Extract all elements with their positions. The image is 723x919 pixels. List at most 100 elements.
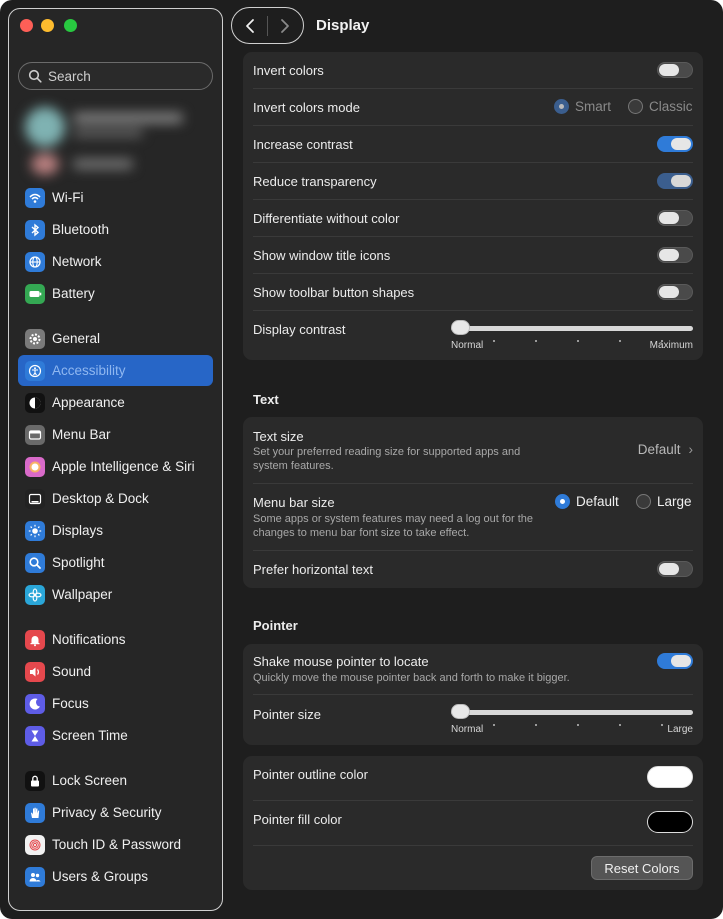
sidebar: Search Wi-Fi Bluetooth Network Battery Gener… (8, 8, 223, 911)
slider-thumb[interactable] (451, 320, 470, 335)
accessibility-icon (25, 360, 45, 381)
display-group: Invert colors Invert colors mode Smart C… (243, 52, 703, 360)
default-option-label: Default (576, 494, 619, 509)
sidebar-item-label: Battery (52, 286, 95, 301)
navigation-buttons (231, 7, 304, 44)
sidebar-item-spotlight[interactable]: Spotlight (18, 547, 213, 578)
sidebar-item-label: Appearance (52, 395, 125, 410)
sidebar-item-screen-time[interactable]: Screen Time (18, 720, 213, 751)
shake-pointer-description: Quickly move the mouse pointer back and … (253, 672, 570, 684)
sidebar-item-displays[interactable]: Displays (18, 515, 213, 546)
text-size-value[interactable]: Default › (638, 442, 693, 457)
invert-mode-classic-radio[interactable]: Classic (628, 99, 693, 114)
sidebar-item-wi-fi[interactable]: Wi-Fi (18, 182, 213, 213)
shake-pointer-label: Shake mouse pointer to locate (253, 654, 429, 669)
search-field[interactable]: Search (18, 62, 213, 90)
sidebar-item-label: Network (52, 254, 102, 269)
text-size-row[interactable]: Text size Set your preferred reading siz… (253, 417, 693, 484)
users-icon (25, 866, 45, 887)
sidebar-item-desktop-dock[interactable]: Desktop & Dock (18, 483, 213, 514)
horizontal-text-row: Prefer horizontal text (253, 551, 693, 588)
sidebar-item-focus[interactable]: Focus (18, 688, 213, 719)
hand-icon (25, 802, 45, 823)
display-contrast-row: Display contrast Normal Maximum (253, 311, 693, 360)
sidebar-item-bluetooth[interactable]: Bluetooth (18, 214, 213, 245)
pointer-size-label: Pointer size (253, 707, 321, 722)
siri-icon (25, 456, 45, 477)
shake-pointer-row: Shake mouse pointer to locate Quickly mo… (253, 644, 693, 695)
sidebar-item-sound[interactable]: Sound (18, 656, 213, 687)
horizontal-text-label: Prefer horizontal text (253, 562, 373, 577)
forward-button[interactable] (268, 8, 303, 43)
zoom-window-button[interactable] (64, 19, 77, 32)
sidebar-item-label: Wi-Fi (52, 190, 84, 205)
back-button[interactable] (232, 8, 267, 43)
sidebar-item-menu-bar[interactable]: Menu Bar (18, 419, 213, 450)
toolbar-shapes-toggle[interactable] (657, 284, 693, 300)
sidebar-item-touch-id-password[interactable]: Touch ID & Password (18, 829, 213, 860)
differentiate-label: Differentiate without color (253, 211, 400, 226)
close-window-button[interactable] (20, 19, 33, 32)
sidebar-item-label: Privacy & Security (52, 805, 162, 820)
text-group: Text size Set your preferred reading siz… (243, 417, 703, 588)
pointer-size-max-label: Large (667, 724, 693, 735)
pointer-size-slider[interactable] (451, 703, 693, 726)
settings-window: Search Wi-Fi Bluetooth Network Battery Gener… (0, 0, 723, 919)
sidebar-item-label: Apple Intelligence & Siri (52, 459, 195, 474)
sidebar-item-accessibility[interactable]: Accessibility (18, 355, 213, 386)
invert-colors-label: Invert colors (253, 63, 324, 78)
sidebar-item-network[interactable]: Network (18, 246, 213, 277)
sidebar-item-users-groups[interactable]: Users & Groups (18, 861, 213, 892)
pointer-fill-color-well[interactable] (647, 811, 693, 833)
gear-icon (25, 328, 45, 349)
sidebar-item-apple-intelligence-siri[interactable]: Apple Intelligence & Siri (18, 451, 213, 482)
invert-mode-smart-radio[interactable]: Smart (554, 99, 611, 114)
sidebar-item-notifications[interactable]: Notifications (18, 624, 213, 655)
title-icons-row: Show window title icons (253, 237, 693, 274)
search-icon (28, 69, 42, 83)
sidebar-item-label: Wallpaper (52, 587, 113, 602)
page-title: Display (316, 17, 370, 34)
sidebar-item-general[interactable]: General (18, 323, 213, 354)
sidebar-item-label: General (52, 331, 101, 346)
menu-bar-default-radio[interactable]: Default (555, 494, 619, 509)
apple-account-blurred[interactable] (13, 101, 217, 185)
invert-colors-toggle[interactable] (657, 62, 693, 78)
menu-bar-size-row: Menu bar size Some apps or system featur… (253, 484, 693, 551)
speaker-icon (25, 661, 45, 682)
dock-icon (25, 488, 45, 509)
horizontal-text-toggle[interactable] (657, 561, 693, 577)
differentiate-toggle[interactable] (657, 210, 693, 226)
sidebar-item-label: Bluetooth (52, 222, 110, 237)
chevron-right-icon (281, 18, 290, 33)
menu-bar-large-radio[interactable]: Large (636, 494, 692, 509)
invert-mode-label: Invert colors mode (253, 100, 360, 115)
pointer-outline-row: Pointer outline color (253, 756, 693, 801)
slider-thumb[interactable] (451, 704, 470, 719)
moon-icon (25, 693, 45, 714)
shake-pointer-toggle[interactable] (657, 653, 693, 669)
title-icons-label: Show window title icons (253, 248, 391, 263)
sidebar-item-privacy-security[interactable]: Privacy & Security (18, 797, 213, 828)
minimize-window-button[interactable] (41, 19, 54, 32)
lock-icon (25, 770, 45, 791)
toolbar-shapes-row: Show toolbar button shapes (253, 274, 693, 311)
sidebar-item-lock-screen[interactable]: Lock Screen (18, 765, 213, 796)
wifi-icon (25, 187, 45, 208)
text-size-value-label: Default (637, 442, 681, 457)
pointer-fill-row: Pointer fill color (253, 801, 693, 846)
sidebar-item-battery[interactable]: Battery (18, 278, 213, 309)
reduce-transparency-toggle[interactable] (657, 173, 693, 189)
sidebar-item-label: Accessibility (52, 363, 126, 378)
pointer-outline-color-well[interactable] (647, 766, 693, 788)
sidebar-item-label: Lock Screen (52, 773, 128, 788)
chevron-left-icon (245, 18, 254, 33)
reset-colors-button[interactable]: Reset Colors (591, 856, 693, 880)
title-icons-toggle[interactable] (657, 247, 693, 263)
sidebar-item-label: Touch ID & Password (52, 837, 182, 852)
display-contrast-slider[interactable] (451, 319, 693, 342)
sidebar-item-appearance[interactable]: Appearance (18, 387, 213, 418)
increase-contrast-toggle[interactable] (657, 136, 693, 152)
sidebar-item-wallpaper[interactable]: Wallpaper (18, 579, 213, 610)
increase-contrast-label: Increase contrast (253, 137, 353, 152)
